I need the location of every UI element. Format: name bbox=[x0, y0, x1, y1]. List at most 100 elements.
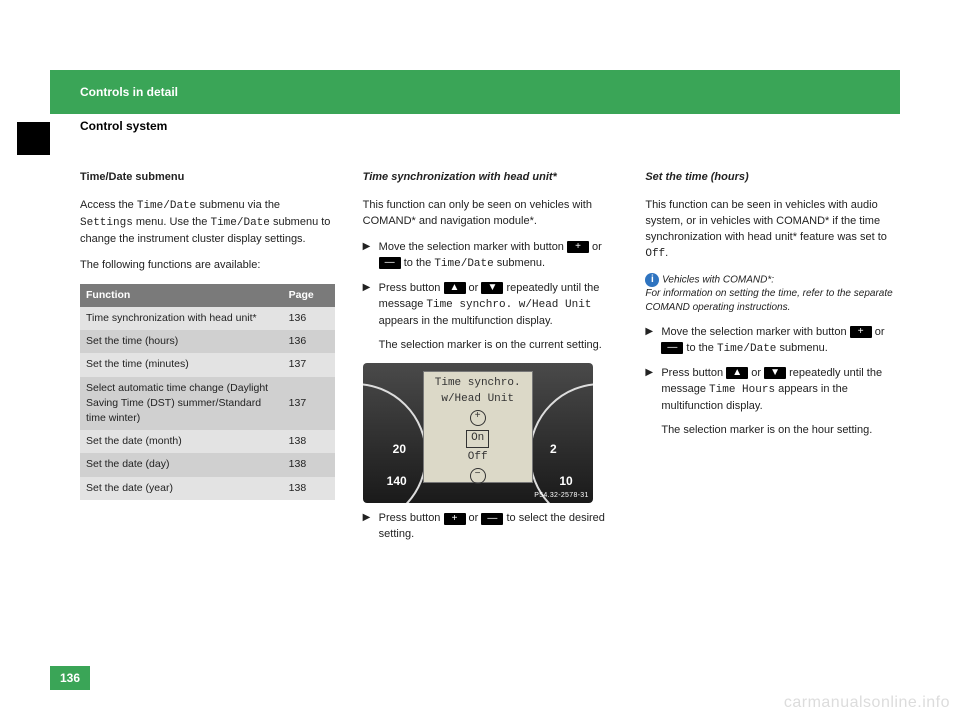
column-1: Time/Date submenu Access the Time/Date s… bbox=[80, 170, 335, 551]
step-marker-icon: ▶ bbox=[645, 325, 655, 358]
step-marker-icon: ▶ bbox=[645, 366, 655, 415]
note-body: For information on setting the time, ref… bbox=[645, 288, 892, 313]
down-button-icon: ▼ bbox=[481, 282, 503, 294]
t: menu. Use the bbox=[133, 216, 211, 228]
col3-intro: This function can be seen in vehicles wi… bbox=[645, 198, 900, 263]
minus-button-icon: — bbox=[661, 342, 683, 354]
section-header: Control system bbox=[50, 114, 900, 138]
screen-line1: Time synchro. bbox=[424, 376, 532, 392]
minus-button-icon: — bbox=[481, 513, 503, 525]
t: Press button bbox=[379, 282, 444, 294]
info-note: i Vehicles with COMAND*: For information… bbox=[645, 273, 900, 316]
cell-page: 138 bbox=[283, 453, 335, 476]
cluster-display-figure: 20 140 2 10 Time synchro. w/Head Unit + … bbox=[363, 363, 593, 503]
gauge-number: 140 bbox=[387, 473, 407, 490]
col1-intro: Access the Time/Date submenu via the Set… bbox=[80, 198, 335, 248]
up-button-icon: ▲ bbox=[726, 367, 748, 379]
col2-after: The selection marker is on the current s… bbox=[379, 338, 618, 354]
cell-page: 137 bbox=[283, 353, 335, 376]
table-row: Set the time (hours)136 bbox=[80, 330, 335, 353]
th-page: Page bbox=[283, 284, 335, 307]
step-body: Press button ▲ or ▼ repeatedly until the… bbox=[379, 281, 618, 330]
cell-page: 136 bbox=[283, 330, 335, 353]
plus-button-icon: + bbox=[850, 326, 872, 338]
mono-timedate: Time/Date bbox=[717, 343, 776, 355]
figure-id: P54.32-2578-31 bbox=[534, 491, 588, 501]
screen-selected-on: On bbox=[466, 430, 489, 448]
cell-page: 138 bbox=[283, 477, 335, 500]
t: or bbox=[466, 282, 482, 294]
page-number: 136 bbox=[50, 666, 90, 690]
cell-page: 136 bbox=[283, 307, 335, 330]
t: or bbox=[589, 241, 602, 253]
th-function: Function bbox=[80, 284, 283, 307]
content-columns: Time/Date submenu Access the Time/Date s… bbox=[80, 170, 900, 551]
gauge-number: 20 bbox=[393, 441, 406, 458]
mono-off: Off bbox=[645, 248, 665, 260]
col1-title: Time/Date submenu bbox=[80, 170, 335, 186]
minus-button-icon: — bbox=[379, 257, 401, 269]
mono-timedate: Time/Date bbox=[210, 217, 269, 229]
col1-functions-lead: The following functions are available: bbox=[80, 258, 335, 274]
step-item: ▶ Move the selection marker with button … bbox=[645, 325, 900, 358]
t: Press button bbox=[379, 512, 444, 524]
table-header-row: Function Page bbox=[80, 284, 335, 307]
functions-table: Function Page Time synchronization with … bbox=[80, 284, 335, 500]
cell-func: Set the time (hours) bbox=[80, 330, 283, 353]
cell-func: Set the time (minutes) bbox=[80, 353, 283, 376]
step-item: ▶ Press button ▲ or ▼ repeatedly until t… bbox=[645, 366, 900, 415]
step-item: ▶ Move the selection marker with button … bbox=[363, 240, 618, 273]
cell-func: Set the date (month) bbox=[80, 430, 283, 453]
page-edge-tab bbox=[17, 122, 50, 155]
info-icon: i bbox=[645, 273, 659, 287]
step-body: Press button + or — to select the desire… bbox=[379, 511, 618, 543]
screen-line2: w/Head Unit bbox=[424, 392, 532, 408]
screen-minus-icon: − bbox=[470, 468, 486, 484]
note-lead: Vehicles with COMAND*: bbox=[662, 274, 774, 285]
t: Move the selection marker with button bbox=[379, 241, 567, 253]
t: This function can be seen in vehicles wi… bbox=[645, 199, 887, 243]
t: or bbox=[466, 512, 482, 524]
t: . bbox=[665, 247, 668, 259]
t: to the bbox=[683, 342, 717, 354]
mono-settings: Settings bbox=[80, 217, 133, 229]
mono-time-hours: Time Hours bbox=[709, 384, 775, 396]
t: Press button bbox=[661, 367, 726, 379]
t: submenu via the bbox=[196, 199, 280, 211]
t: appears in the multifunction display. bbox=[379, 315, 553, 327]
t: Move the selection marker with button bbox=[661, 326, 849, 338]
step-marker-icon: ▶ bbox=[363, 240, 373, 273]
down-button-icon: ▼ bbox=[764, 367, 786, 379]
gauge-number: 2 bbox=[550, 441, 557, 458]
chapter-header: Controls in detail bbox=[50, 70, 900, 114]
plus-button-icon: + bbox=[567, 241, 589, 253]
col2-title: Time synchronization with head unit* bbox=[363, 170, 618, 186]
mono-timedate: Time/Date bbox=[137, 200, 196, 212]
mono-sync: Time synchro. w/Head Unit bbox=[426, 299, 591, 311]
cell-page: 138 bbox=[283, 430, 335, 453]
table-row: Set the date (month)138 bbox=[80, 430, 335, 453]
table-row: Set the date (day)138 bbox=[80, 453, 335, 476]
watermark: carmanualsonline.info bbox=[784, 694, 950, 712]
table-row: Set the time (minutes)137 bbox=[80, 353, 335, 376]
t: or bbox=[872, 326, 885, 338]
step-marker-icon: ▶ bbox=[363, 281, 373, 330]
step-body: Press button ▲ or ▼ repeatedly until the… bbox=[661, 366, 900, 415]
table-row: Select automatic time change (Daylight S… bbox=[80, 377, 335, 431]
t: to the bbox=[401, 257, 435, 269]
table-row: Set the date (year)138 bbox=[80, 477, 335, 500]
column-3: Set the time (hours) This function can b… bbox=[645, 170, 900, 551]
col3-after: The selection marker is on the hour sett… bbox=[661, 423, 900, 439]
column-2: Time synchronization with head unit* Thi… bbox=[363, 170, 618, 551]
step-body: Move the selection marker with button + … bbox=[661, 325, 900, 358]
cell-func: Time synchronization with head unit* bbox=[80, 307, 283, 330]
t: submenu. bbox=[494, 257, 545, 269]
screen-off: Off bbox=[468, 451, 488, 463]
step-item: ▶ Press button + or — to select the desi… bbox=[363, 511, 618, 543]
step-item: ▶ Press button ▲ or ▼ repeatedly until t… bbox=[363, 281, 618, 330]
t: or bbox=[748, 367, 764, 379]
gauge-number: 10 bbox=[559, 473, 572, 490]
t: Access the bbox=[80, 199, 137, 211]
up-button-icon: ▲ bbox=[444, 282, 466, 294]
cell-func: Set the date (day) bbox=[80, 453, 283, 476]
